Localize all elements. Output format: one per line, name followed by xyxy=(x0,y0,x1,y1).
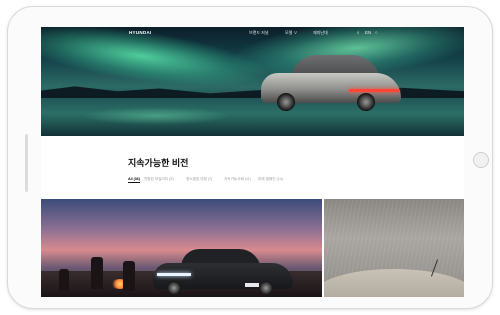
language-label[interactable]: EN xyxy=(365,30,371,35)
nav-item-models[interactable]: 모델 ∨ xyxy=(285,30,297,36)
car-wheel xyxy=(277,93,295,111)
article-car xyxy=(153,249,293,295)
menu-icon[interactable]: ○ xyxy=(375,30,378,35)
search-icon[interactable]: ⌕ xyxy=(357,30,360,35)
nav-item-misc[interactable]: 재미난대 xyxy=(313,30,328,36)
page-title: 지속가능한 비전 xyxy=(128,158,189,168)
tab-society[interactable]: 지속가능사회 (11) xyxy=(224,177,251,182)
tab-mobility[interactable]: 전환된 모빌리티 (9) xyxy=(144,177,174,182)
person-silhouette xyxy=(123,261,135,291)
tablet-home-button xyxy=(473,152,489,168)
nav-item-brand-journal[interactable]: 브랜드 저널 xyxy=(249,30,269,36)
tab-campaign[interactable]: 미래 캠페인 (14) xyxy=(258,177,283,182)
tab-journey[interactable]: 청소중립 여정 (7) xyxy=(186,177,212,182)
tablet-screen: HYUNDAI 브랜드 저널 모델 ∨ 재미난대 ⌕ EN ○ 지속가능한 비전… xyxy=(41,27,464,297)
aurora-reflection xyxy=(81,107,231,125)
article-tile[interactable] xyxy=(324,199,464,297)
car-wheel xyxy=(259,281,273,295)
brand-logo[interactable]: HYUNDAI xyxy=(129,30,152,35)
person-silhouette xyxy=(91,257,103,289)
person-silhouette xyxy=(59,269,69,291)
car-wheel xyxy=(357,93,375,111)
hero-image: HYUNDAI 브랜드 저널 모델 ∨ 재미난대 ⌕ EN ○ xyxy=(41,27,464,136)
content-section: 지속가능한 비전 All (36) 전환된 모빌리티 (9) 청소중립 여정 (… xyxy=(41,136,464,199)
top-navigation: HYUNDAI 브랜드 저널 모델 ∨ 재미난대 ⌕ EN ○ xyxy=(41,27,464,39)
tablet-side-button xyxy=(25,134,28,192)
license-plate xyxy=(245,283,259,287)
car-headlight xyxy=(157,273,191,276)
car-taillight xyxy=(349,89,399,92)
tab-all[interactable]: All (36) xyxy=(128,177,140,183)
car-wheel xyxy=(167,281,181,295)
hero-car xyxy=(261,53,401,115)
article-tile[interactable] xyxy=(41,199,322,297)
